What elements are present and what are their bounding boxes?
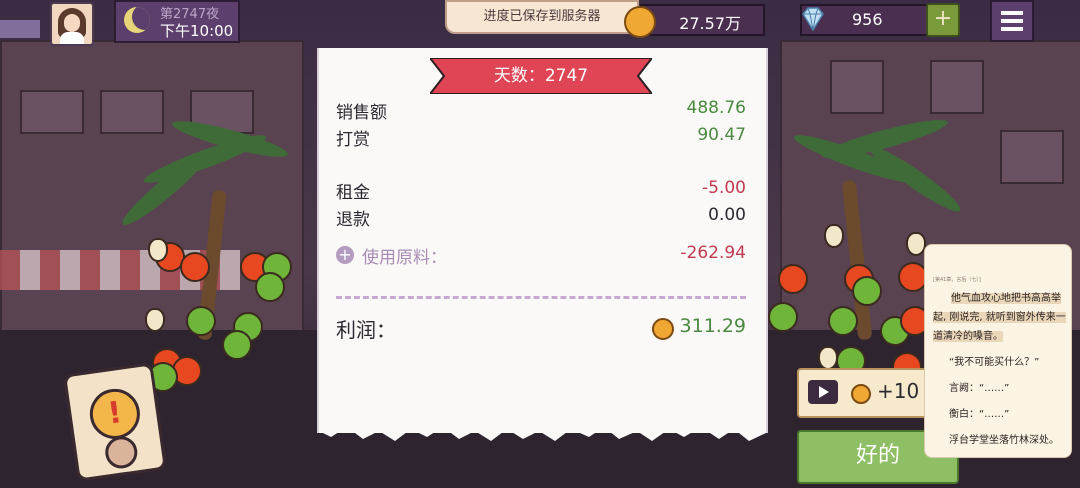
reader-line: 起, 刚说完, 就听到窗外传来一: [933, 312, 1066, 323]
coin-amount: 27.57万: [679, 14, 741, 33]
watch-ad-reward-button[interactable]: +10: [797, 368, 931, 418]
exclamation-icon: !: [86, 385, 144, 443]
reader-line: “我不可能买什么？”: [949, 357, 1040, 368]
materials-value: -262.94: [680, 243, 746, 263]
receipt-divider: [336, 296, 746, 299]
rent-value: -5.00: [702, 178, 746, 198]
refund-label: 退款: [336, 210, 370, 230]
profit-value: 311.29: [679, 315, 746, 337]
rent-label: 租金: [336, 183, 370, 203]
rent-row: 租金 -5.00: [336, 178, 746, 203]
tips-label: 打赏: [336, 130, 370, 150]
reader-line: 道清冷的嗓音。: [933, 331, 1003, 342]
sales-row: 销售额 488.76: [336, 98, 746, 123]
token-icon: [103, 434, 140, 471]
refund-value: 0.00: [708, 205, 746, 225]
coin-balance: 27.57万: [624, 4, 765, 38]
receipt-torn-edge: [319, 421, 766, 441]
diamond-icon: [802, 7, 824, 32]
alert-card-button[interactable]: !: [62, 362, 168, 482]
coin-icon: [652, 318, 674, 340]
moon-icon: [124, 7, 150, 33]
day-time-panel: 第2747夜 下午10:00: [114, 0, 240, 43]
save-toast: 进度已保存到服务器: [445, 0, 639, 34]
clock-time: 下午10:00: [160, 22, 234, 40]
expand-plus-icon[interactable]: +: [336, 246, 354, 264]
reader-line: 衡白：“……”: [949, 409, 1010, 420]
ad-reward-amount: +10: [877, 379, 920, 403]
coin-icon: [624, 6, 656, 38]
sales-value: 488.76: [686, 98, 746, 118]
reader-line: 言阙：“……”: [949, 383, 1010, 394]
tips-row: 打赏 90.47: [336, 125, 746, 150]
hamburger-icon: [1001, 11, 1023, 15]
add-gems-button[interactable]: +: [926, 3, 960, 37]
reader-line: 他气血攻心地把书高高举: [951, 293, 1061, 304]
materials-label: 使用原料：: [362, 248, 447, 268]
gem-amount: 956: [852, 10, 883, 29]
chapter-header: [第41章，言后（七）]: [933, 277, 981, 283]
profit-label: 利润：: [336, 318, 396, 342]
refund-row: 退款 0.00: [336, 205, 746, 230]
play-video-icon: [808, 380, 838, 404]
reader-line: 浮台学堂坐落竹林深处。: [949, 435, 1059, 446]
floating-reader-window[interactable]: [第41章，言后（七）] 他气血攻心地把书高高举 起, 刚说完, 就听到窗外传来…: [924, 244, 1072, 458]
day-title: 天数：2747: [493, 66, 589, 86]
gem-balance: 956: [800, 4, 930, 36]
menu-button[interactable]: [990, 0, 1034, 42]
player-avatar[interactable]: [50, 2, 94, 46]
tips-value: 90.47: [697, 125, 746, 145]
coin-icon: [851, 384, 871, 404]
sales-label: 销售额: [336, 103, 387, 123]
